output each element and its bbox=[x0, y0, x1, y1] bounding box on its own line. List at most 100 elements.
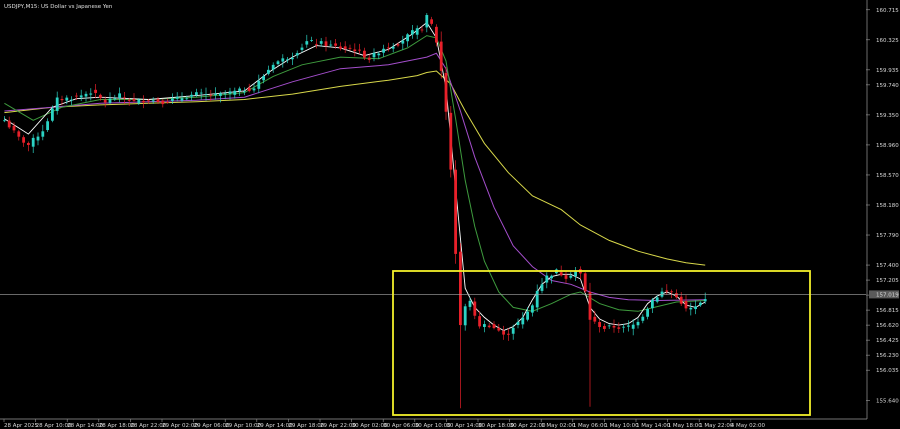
candle-body bbox=[598, 322, 601, 328]
candle-body bbox=[147, 100, 150, 102]
candle-body bbox=[41, 131, 45, 137]
candle-body bbox=[588, 291, 592, 320]
candle-body bbox=[478, 316, 481, 327]
candle-body bbox=[7, 120, 11, 128]
candle-body bbox=[391, 46, 395, 49]
candle-body bbox=[175, 96, 179, 99]
candle-body bbox=[526, 311, 529, 320]
candle-body bbox=[238, 88, 241, 92]
candle-body bbox=[127, 99, 131, 101]
y-tick-label: 156.425 bbox=[876, 338, 899, 344]
candle-body bbox=[684, 301, 688, 309]
candle-body bbox=[286, 59, 289, 61]
candle-body bbox=[468, 300, 472, 307]
candle-body bbox=[190, 94, 193, 97]
candle-body bbox=[507, 333, 510, 335]
candle-body bbox=[276, 61, 280, 65]
candle-body bbox=[372, 52, 376, 58]
candle-body bbox=[622, 326, 625, 328]
candle-body bbox=[70, 99, 73, 101]
y-tick-label: 160.715 bbox=[876, 8, 899, 14]
candle-body bbox=[142, 100, 145, 103]
x-tick-label: 1 May 14:00 bbox=[636, 423, 671, 429]
candle-body bbox=[583, 273, 587, 292]
x-tick-label: 1 May 02:00 bbox=[541, 423, 576, 429]
candle-body bbox=[271, 64, 275, 70]
candle-body bbox=[703, 299, 707, 302]
candle-body bbox=[324, 41, 328, 47]
candle-body bbox=[161, 100, 165, 105]
candle-body bbox=[411, 30, 414, 35]
candle-body bbox=[22, 137, 25, 143]
candle-body bbox=[291, 57, 294, 60]
candle-body bbox=[603, 326, 606, 329]
candle-body bbox=[401, 40, 405, 44]
candle-body bbox=[89, 93, 93, 95]
x-tick-label: 28 Apr 2025 bbox=[4, 423, 39, 429]
candle-body bbox=[665, 290, 669, 292]
candle-body bbox=[132, 99, 136, 101]
y-tick-label: 155.640 bbox=[876, 399, 899, 405]
price-chart[interactable]: USDJPY,M15: US Dollar vs Japanese Yen 16… bbox=[0, 0, 900, 429]
candle-body bbox=[439, 41, 443, 71]
candle-body bbox=[103, 99, 107, 103]
candle-body bbox=[651, 299, 654, 309]
candle-body bbox=[79, 95, 83, 98]
candle-body bbox=[420, 29, 424, 31]
candle-body bbox=[646, 308, 649, 317]
candle-body bbox=[151, 100, 155, 102]
candle-body bbox=[281, 58, 285, 62]
y-tick-label: 158.570 bbox=[876, 173, 899, 179]
candle-body bbox=[65, 97, 69, 101]
y-tick-label: 158.960 bbox=[876, 143, 899, 149]
candle-body bbox=[180, 98, 184, 101]
candle-body bbox=[559, 272, 563, 276]
candle-body bbox=[463, 306, 467, 326]
candle-body bbox=[123, 97, 126, 99]
candle-body bbox=[329, 44, 333, 46]
candle-body bbox=[631, 324, 635, 329]
x-tick-label: 1 May 06:00 bbox=[573, 423, 608, 429]
candle-body bbox=[262, 76, 265, 81]
candle-body bbox=[679, 296, 683, 304]
candle-body bbox=[60, 99, 64, 101]
candle-body bbox=[699, 302, 702, 306]
candle-body bbox=[156, 98, 160, 102]
candle-body bbox=[185, 98, 189, 100]
candle-body bbox=[223, 93, 227, 95]
candle-body bbox=[516, 321, 520, 325]
candle-body bbox=[430, 19, 433, 24]
candle-body bbox=[267, 69, 270, 74]
y-tick-label: 157.790 bbox=[876, 233, 899, 239]
x-tick-label: 1 May 10:00 bbox=[604, 423, 639, 429]
candle-body bbox=[118, 93, 121, 98]
current-price-label: 157.019 bbox=[876, 292, 899, 298]
candle-body bbox=[483, 324, 486, 327]
candle-body bbox=[396, 44, 400, 46]
candle-body bbox=[689, 307, 693, 310]
candle-body bbox=[415, 28, 419, 35]
candle-body bbox=[655, 297, 659, 302]
y-tick-label: 159.740 bbox=[876, 83, 899, 89]
candle-body bbox=[334, 43, 337, 46]
candle-body bbox=[454, 169, 457, 254]
candle-body bbox=[36, 136, 40, 141]
candle-body bbox=[3, 120, 6, 122]
candle-body bbox=[540, 284, 544, 291]
candle-body bbox=[387, 47, 390, 49]
candle-body bbox=[569, 275, 573, 278]
candle-body bbox=[497, 328, 501, 331]
candle-body bbox=[535, 290, 539, 308]
candle-body bbox=[473, 301, 477, 316]
candle-body bbox=[55, 97, 59, 111]
candle-body bbox=[243, 91, 246, 93]
chart-title: USDJPY,M15: US Dollar vs Japanese Yen bbox=[4, 4, 113, 10]
candle-body bbox=[617, 327, 621, 329]
candle-body bbox=[108, 98, 112, 103]
y-tick-label: 156.620 bbox=[876, 323, 899, 329]
candle-body bbox=[435, 26, 438, 43]
candle-body bbox=[627, 325, 630, 327]
candle-body bbox=[113, 98, 117, 100]
candle-body bbox=[51, 108, 54, 121]
candle-body bbox=[305, 41, 309, 45]
